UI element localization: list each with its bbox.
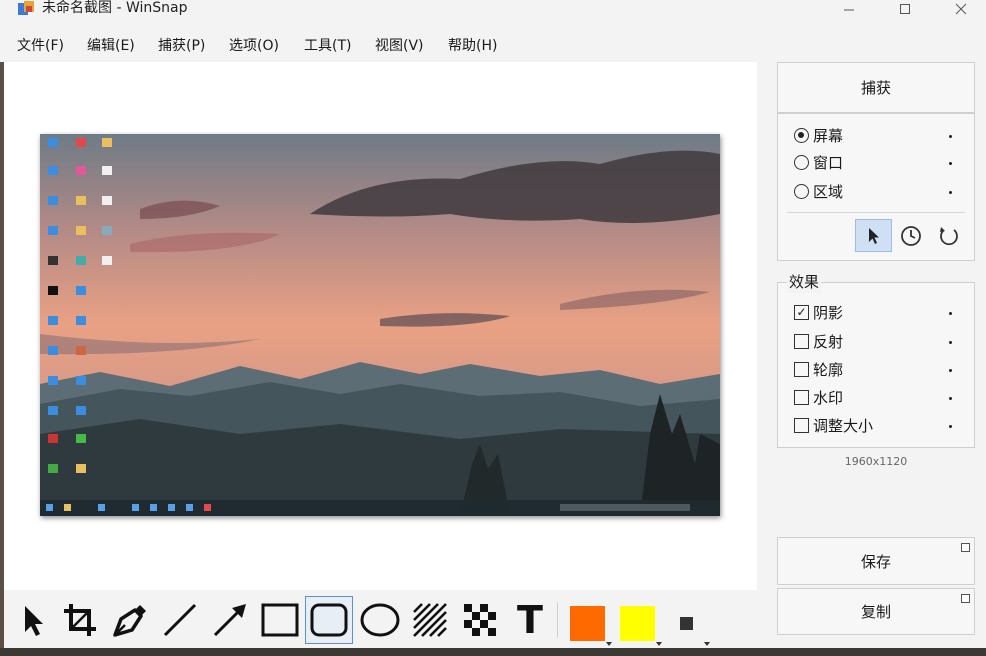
winsnap-app-icon (18, 1, 34, 15)
line-icon (163, 603, 197, 637)
effect-reflection-options-dot[interactable] (949, 341, 952, 344)
menu-file[interactable]: 文件(F) (17, 36, 64, 56)
capture-button[interactable]: 捕获 (777, 62, 975, 113)
rectangle-icon (261, 603, 299, 637)
effect-reflection-checkbox[interactable] (794, 333, 809, 349)
window-bottom-edge (0, 648, 986, 656)
mode-window-radio[interactable] (794, 154, 809, 170)
cursor-icon (868, 227, 879, 244)
mode-screen-option[interactable]: 屏幕 (794, 124, 843, 146)
effect-outline-option[interactable]: 轮廓 (794, 358, 843, 380)
toolbar-separator (557, 602, 558, 638)
ellipse-tool-button[interactable] (356, 596, 404, 644)
effect-watermark-checkbox[interactable] (794, 389, 809, 405)
save-options-icon[interactable] (961, 543, 970, 552)
effect-watermark-label: 水印 (813, 388, 844, 407)
crop-tool-button[interactable] (56, 596, 104, 644)
mode-region-option[interactable]: 区域 (794, 180, 843, 202)
maximize-button[interactable] (882, 0, 928, 18)
hatch-icon (413, 603, 447, 637)
close-button[interactable] (938, 0, 984, 18)
mode-region-radio[interactable] (794, 183, 809, 199)
window-title: 未命名截图 - WinSnap (42, 0, 188, 16)
pixelate-icon (464, 604, 496, 636)
mode-region-options-dot[interactable] (949, 191, 952, 194)
repeat-icon (940, 227, 958, 246)
screenshot-image (40, 134, 720, 516)
effect-shadow-option[interactable]: ✓ 阴影 (794, 301, 843, 323)
timer-icon (901, 226, 921, 246)
mode-screen-options-dot[interactable] (949, 135, 952, 138)
line-width-icon[interactable] (680, 617, 693, 630)
cursor-icon (25, 606, 43, 636)
primary-color-swatch[interactable] (570, 606, 605, 641)
copy-button[interactable]: 复制 (777, 588, 975, 635)
close-icon (955, 3, 967, 15)
effect-shadow-checkbox[interactable]: ✓ (794, 304, 809, 320)
menu-edit[interactable]: 编辑(E) (87, 36, 135, 56)
image-size-label: 1960x1120 (844, 455, 908, 468)
select-tool-button[interactable] (10, 596, 58, 644)
arrow-tool-button[interactable] (206, 596, 254, 644)
effect-resize-options-dot[interactable] (949, 425, 952, 428)
pixelate-tool-button[interactable] (456, 596, 504, 644)
arrow-icon (213, 604, 246, 637)
pen-tool-button[interactable] (106, 596, 154, 644)
rounded-rectangle-tool-button[interactable] (305, 596, 353, 644)
effect-watermark-options-dot[interactable] (949, 397, 952, 400)
ellipse-icon (360, 603, 400, 637)
menu-options[interactable]: 选项(O) (229, 36, 279, 56)
effect-shadow-label: 阴影 (813, 303, 844, 322)
title-bar: 未命名截图 - WinSnap (0, 0, 986, 30)
line-tool-button[interactable] (156, 596, 204, 644)
menu-tools[interactable]: 工具(T) (304, 36, 351, 56)
secondary-color-dropdown-icon[interactable] (656, 642, 662, 646)
effect-shadow-options-dot[interactable] (949, 312, 952, 315)
mode-window-label: 窗口 (813, 153, 844, 172)
mode-window-options-dot[interactable] (949, 162, 952, 165)
pen-icon (113, 605, 146, 637)
menu-help[interactable]: 帮助(H) (448, 36, 497, 56)
line-width-dropdown-icon[interactable] (704, 642, 710, 646)
mode-window-option[interactable]: 窗口 (794, 151, 843, 173)
rectangle-tool-button[interactable] (256, 596, 304, 644)
save-button[interactable]: 保存 (777, 537, 975, 585)
minimize-icon (844, 9, 854, 11)
maximize-icon (900, 4, 910, 14)
captured-screenshot[interactable] (40, 134, 720, 516)
effect-resize-checkbox[interactable] (794, 417, 809, 433)
effect-outline-label: 轮廓 (813, 360, 844, 379)
rounded-rectangle-icon (310, 603, 348, 637)
effect-watermark-option[interactable]: 水印 (794, 386, 843, 408)
repeat-capture-button[interactable] (936, 222, 962, 250)
delay-timer-button[interactable] (898, 222, 924, 250)
mode-screen-radio[interactable] (794, 127, 809, 143)
minimize-button[interactable] (826, 0, 872, 18)
menu-capture[interactable]: 捕获(P) (158, 36, 205, 56)
effect-outline-options-dot[interactable] (949, 369, 952, 372)
copy-options-icon[interactable] (961, 594, 970, 603)
effect-reflection-option[interactable]: 反射 (794, 330, 843, 352)
text-tool-button[interactable]: T (506, 596, 554, 644)
effect-outline-checkbox[interactable] (794, 361, 809, 377)
hatch-tool-button[interactable] (406, 596, 454, 644)
effect-reflection-label: 反射 (813, 332, 844, 351)
menu-bar: 文件(F) 编辑(E) 捕获(P) 选项(O) 工具(T) 视图(V) 帮助(H… (0, 32, 986, 60)
effect-resize-label: 调整大小 (813, 416, 874, 435)
secondary-color-swatch[interactable] (620, 606, 655, 641)
effect-resize-option[interactable]: 调整大小 (794, 414, 873, 436)
capture-divider (787, 212, 965, 213)
menu-view[interactable]: 视图(V) (375, 36, 424, 56)
crop-icon (64, 604, 96, 636)
include-cursor-button[interactable] (855, 219, 892, 252)
mode-screen-label: 屏幕 (813, 126, 844, 145)
primary-color-dropdown-icon[interactable] (606, 642, 612, 646)
effects-title: 效果 (787, 271, 822, 293)
mode-region-label: 区域 (813, 182, 844, 201)
drawing-toolbar: T (4, 590, 757, 656)
text-tool-icon: T (517, 598, 543, 642)
